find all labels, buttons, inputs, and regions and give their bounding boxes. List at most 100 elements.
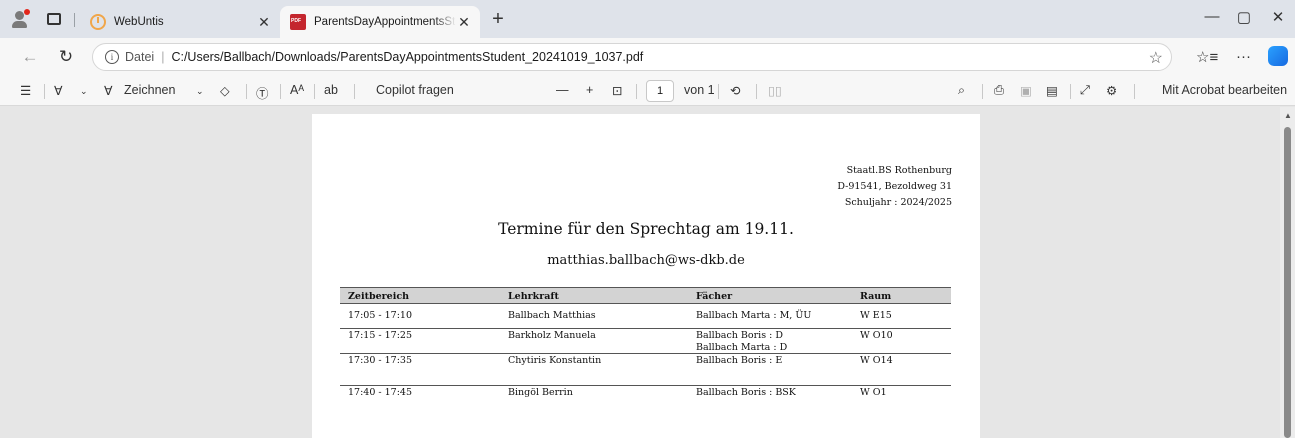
text-icon[interactable]: Ⓣ xyxy=(256,83,269,102)
settings-gear-icon[interactable]: ⚙ xyxy=(1106,83,1117,98)
save-icon[interactable]: ▣ xyxy=(1020,83,1032,98)
chevron-down-icon[interactable]: ⌄ xyxy=(80,86,88,97)
chevron-down-icon[interactable]: ⌄ xyxy=(196,86,204,97)
contents-icon[interactable]: ☰ xyxy=(20,83,31,98)
close-tab-icon[interactable]: ✕ xyxy=(456,14,472,31)
teacher-cell: Chytiris Konstantin xyxy=(508,355,602,366)
table-header: Zeitbereich Lehrkraft Fächer Raum xyxy=(340,287,951,304)
toolbar-divider xyxy=(314,84,315,99)
table-row: 17:05 - 17:10 Ballbach Matthias Ballbach… xyxy=(340,304,951,329)
tab-actions-icon[interactable] xyxy=(44,9,64,29)
header-teacher: Lehrkraft xyxy=(508,291,559,302)
draw-button[interactable]: Zeichnen xyxy=(124,83,175,97)
draw-icon[interactable]: ∀ xyxy=(104,83,113,98)
info-icon[interactable]: i xyxy=(105,50,119,64)
school-year: Schuljahr : 2024/2025 xyxy=(844,197,952,208)
tab-strip: WebUntis ✕ ParentsDayAppointmentsStudent… xyxy=(0,0,1295,38)
document-title: Termine für den Sprechtag am 19.11. xyxy=(498,220,794,238)
table-row: 17:30 - 17:35 Chytiris Konstantin Ballba… xyxy=(340,354,951,386)
toolbar-divider xyxy=(982,84,983,99)
time-cell: 17:15 - 17:25 xyxy=(348,330,413,341)
tab-pdf[interactable]: ParentsDayAppointmentsStudent ✕ xyxy=(280,6,480,38)
toolbar-divider xyxy=(636,84,637,99)
header-room: Raum xyxy=(860,291,892,302)
toolbar-divider xyxy=(44,84,45,99)
refresh-icon[interactable]: ↻ xyxy=(56,47,76,67)
time-cell: 17:05 - 17:10 xyxy=(348,310,413,321)
address-bar-row: ← ↻ i Datei | C:/Users/Ballbach/Download… xyxy=(0,38,1295,76)
toolbar-divider xyxy=(756,84,757,99)
subjects-cell: Ballbach Boris : D xyxy=(696,330,783,341)
school-address: Staatl.BS Rothenburg D-91541, Bezoldweg … xyxy=(837,163,952,211)
subjects-cell: Ballbach Boris : BSK xyxy=(696,387,796,398)
favorites-icon[interactable]: ☆≡ xyxy=(1196,48,1218,66)
fullscreen-icon[interactable]: ⤢ xyxy=(1080,83,1090,98)
new-tab-icon[interactable]: + xyxy=(488,9,508,29)
zoom-out-icon[interactable]: — xyxy=(556,83,569,97)
table-row: 17:15 - 17:25 Barkholz Manuela Ballbach … xyxy=(340,329,951,354)
page-total-label: von 1 xyxy=(684,83,715,97)
address-input[interactable]: i Datei | C:/Users/Ballbach/Downloads/Pa… xyxy=(92,43,1172,71)
header-subjects: Fächer xyxy=(696,291,733,302)
room-cell: W O14 xyxy=(860,355,893,366)
document-email: matthias.ballbach@ws-dkb.de xyxy=(547,253,745,268)
search-icon[interactable]: ⌕ xyxy=(958,83,965,98)
more-icon[interactable]: ··· xyxy=(1236,48,1251,65)
toolbar-divider xyxy=(1070,84,1071,99)
scrollbar-thumb[interactable] xyxy=(1284,127,1291,438)
school-street: D-91541, Bezoldweg 31 xyxy=(837,181,952,192)
zoom-in-icon[interactable]: + xyxy=(586,83,593,97)
minimize-icon[interactable]: — xyxy=(1202,8,1222,25)
eraser-icon[interactable]: ◇ xyxy=(220,83,230,98)
teacher-cell: Bingöl Berrin xyxy=(508,387,573,398)
address-divider: | xyxy=(161,50,165,64)
save-as-icon[interactable]: ▤ xyxy=(1046,83,1058,98)
subjects-cell: Ballbach Marta : M, ÜU xyxy=(696,310,812,321)
toolbar-divider xyxy=(246,84,247,99)
webuntis-favicon-icon xyxy=(90,14,106,30)
appointments-table: Zeitbereich Lehrkraft Fächer Raum 17:05 … xyxy=(340,287,951,411)
print-icon[interactable]: ⎙ xyxy=(994,83,1004,98)
time-cell: 17:30 - 17:35 xyxy=(348,355,413,366)
tab-title: ParentsDayAppointmentsStudent xyxy=(314,16,456,28)
room-cell: W O1 xyxy=(860,387,887,398)
favorite-star-icon[interactable]: ☆ xyxy=(1149,48,1163,68)
copilot-icon[interactable] xyxy=(1268,46,1288,66)
restore-icon[interactable]: ▢ xyxy=(1234,8,1254,26)
page-number-input[interactable]: 1 xyxy=(646,80,674,102)
teacher-cell: Barkholz Manuela xyxy=(508,330,596,341)
pdf-page: Staatl.BS Rothenburg D-91541, Bezoldweg … xyxy=(312,114,980,438)
edit-with-acrobat-button[interactable]: Mit Acrobat bearbeiten xyxy=(1162,83,1287,97)
vertical-scrollbar[interactable]: ▲ xyxy=(1280,107,1295,438)
tab-title: WebUntis xyxy=(114,16,164,28)
page-view-icon[interactable]: ▯▯ xyxy=(768,83,782,98)
toolbar-divider xyxy=(1134,84,1135,99)
subjects-cell: Ballbach Boris : E xyxy=(696,355,783,366)
pdf-favicon-icon xyxy=(290,14,306,30)
room-cell: W E15 xyxy=(860,310,892,321)
rotate-icon[interactable]: ⟲ xyxy=(730,83,740,98)
profile-icon[interactable] xyxy=(10,9,30,29)
toolbar-divider xyxy=(354,84,355,99)
url-text: C:/Users/Ballbach/Downloads/ParentsDayAp… xyxy=(171,50,644,64)
read-aloud-icon[interactable]: Aᴬ xyxy=(290,83,304,97)
back-icon[interactable]: ← xyxy=(20,47,40,67)
time-cell: 17:40 - 17:45 xyxy=(348,387,413,398)
school-name: Staatl.BS Rothenburg xyxy=(846,165,952,176)
close-window-icon[interactable]: ✕ xyxy=(1268,8,1288,26)
file-label: Datei xyxy=(125,50,155,64)
highlight-icon[interactable]: ∀ xyxy=(54,83,63,98)
room-cell: W O10 xyxy=(860,330,893,341)
header-time: Zeitbereich xyxy=(348,291,410,302)
subjects-cell: Ballbach Marta : D xyxy=(696,342,788,353)
close-tab-icon[interactable]: ✕ xyxy=(256,14,272,31)
toolbar-divider xyxy=(718,84,719,99)
fit-width-icon[interactable]: ⊡ xyxy=(612,83,622,98)
translate-icon[interactable]: ab xyxy=(324,83,338,97)
copilot-ask-button[interactable]: Copilot fragen xyxy=(376,83,454,97)
pdf-toolbar: ☰ ∀ ⌄ ∀ Zeichnen ⌄ ◇ Ⓣ Aᴬ ab Copilot fra… xyxy=(0,76,1295,106)
tab-webuntis[interactable]: WebUntis ✕ xyxy=(80,6,280,38)
toolbar-divider xyxy=(280,84,281,99)
table-row: 17:40 - 17:45 Bingöl Berrin Ballbach Bor… xyxy=(340,386,951,411)
scroll-up-icon[interactable]: ▲ xyxy=(1284,111,1292,120)
